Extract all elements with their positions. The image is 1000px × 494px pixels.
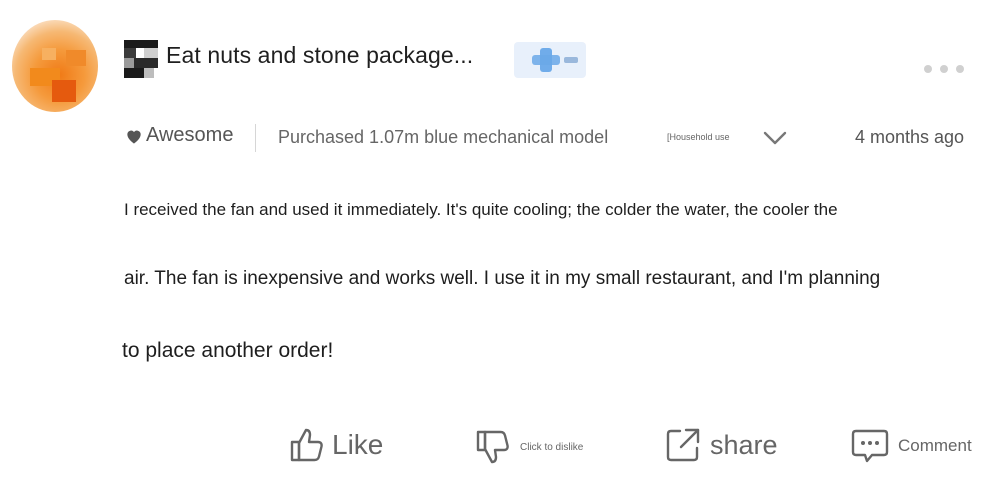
- share-label: share: [710, 429, 778, 460]
- divider: [255, 124, 256, 152]
- comment-icon: [851, 429, 889, 463]
- comment-button[interactable]: Comment: [850, 428, 972, 464]
- heart-icon: [127, 130, 141, 143]
- reviewer-name[interactable]: Eat nuts and stone package...: [166, 42, 473, 69]
- more-dots-icon[interactable]: [924, 62, 972, 76]
- thumbs-down-icon: [476, 430, 509, 464]
- member-level-icon: [124, 40, 158, 78]
- review-time: 4 months ago: [855, 127, 965, 147]
- avatar[interactable]: [12, 20, 98, 112]
- usage-tag: [Household use: [667, 132, 730, 142]
- dislike-button[interactable]: Click to dislike: [474, 428, 583, 466]
- share-icon: [666, 428, 700, 462]
- review-text-line: to place another order!: [122, 339, 334, 362]
- like-button[interactable]: Like: [288, 426, 383, 464]
- comment-label: Comment: [898, 436, 972, 455]
- share-button[interactable]: share: [664, 426, 778, 464]
- thumbs-up-icon: [290, 428, 323, 462]
- purchased-variant: Purchased 1.07m blue mechanical model: [278, 127, 609, 147]
- vip-badge: [514, 42, 586, 78]
- dislike-label: Click to dislike: [520, 441, 584, 453]
- review-text-line: air. The fan is inexpensive and works we…: [124, 268, 881, 289]
- rating-label: Awesome: [124, 124, 233, 147]
- rating-text: Awesome: [146, 124, 234, 146]
- like-label: Like: [332, 429, 384, 460]
- review-text-line: I received the fan and used it immediate…: [124, 200, 838, 219]
- chevron-down-icon[interactable]: [762, 127, 788, 149]
